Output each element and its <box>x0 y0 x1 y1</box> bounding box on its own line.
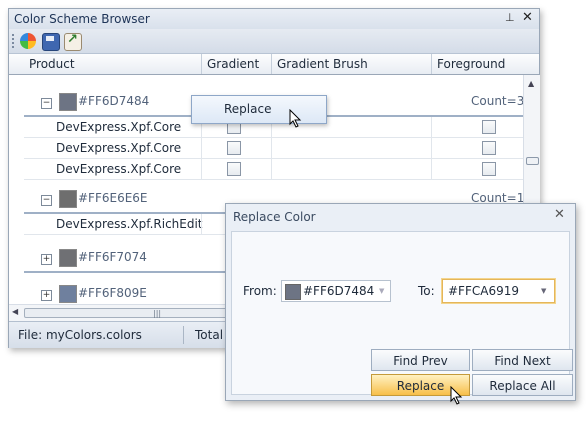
status-divider <box>183 326 184 344</box>
product-cell: DevExpress.Xpf.Core <box>56 141 182 155</box>
replace-color-dialog: Replace Color ✕ From: #FF6D7484 ▼ To: #F… <box>225 203 576 401</box>
foreground-checkbox[interactable] <box>482 141 496 155</box>
from-label: From: <box>243 284 277 298</box>
replace-all-button[interactable]: Replace All <box>472 374 573 396</box>
color-swatch <box>59 285 77 303</box>
chevron-down-icon[interactable]: ▼ <box>541 287 546 295</box>
group-count: Count=3 <box>471 94 525 108</box>
close-icon[interactable]: ✕ <box>522 10 533 25</box>
status-file: File: myColors.colors <box>18 328 142 342</box>
status-total: Total <box>195 328 224 342</box>
scroll-up-icon[interactable]: ▲ <box>528 79 534 88</box>
color-swatch <box>59 190 77 208</box>
mouse-cursor-icon <box>450 386 463 405</box>
product-cell: DevExpress.Xpf.Core <box>56 120 182 134</box>
table-row[interactable]: DevExpress.Xpf.Core <box>24 138 523 159</box>
column-header-foreground[interactable]: Foreground <box>431 54 523 74</box>
group-color-label: #FF6F809E <box>78 286 147 300</box>
foreground-checkbox[interactable] <box>482 120 496 134</box>
chevron-down-icon[interactable]: ▼ <box>379 287 384 295</box>
scroll-grip-icon: ||| <box>153 309 162 318</box>
collapse-icon[interactable]: − <box>41 98 52 109</box>
toolbar-grip[interactable] <box>12 34 16 48</box>
to-color-combo[interactable]: #FFCA6919 ▼ <box>442 279 555 303</box>
grid-header: Product Gradient Gradient Brush Foregrou… <box>9 54 539 75</box>
group-color-label: #FF6F7074 <box>78 250 147 264</box>
group-color-label: #FF6D7484 <box>78 94 150 108</box>
color-swatch <box>59 249 77 267</box>
replace-context-button[interactable]: Replace <box>191 95 327 124</box>
from-color-swatch <box>285 284 301 300</box>
table-row[interactable]: DevExpress.Xpf.Core <box>24 159 523 180</box>
product-cell: DevExpress.Xpf.Core <box>56 162 182 176</box>
find-prev-button[interactable]: Find Prev <box>371 349 470 371</box>
panel-title: Color Scheme Browser <box>14 12 150 26</box>
group-color-label: #FF6E6E6E <box>78 191 148 205</box>
find-next-button[interactable]: Find Next <box>472 349 573 371</box>
export-icon[interactable] <box>64 32 82 51</box>
from-color-value: #FF6D7484 <box>303 284 375 298</box>
replace-context-label: Replace <box>224 102 272 116</box>
column-header-gradient-brush[interactable]: Gradient Brush <box>271 54 431 74</box>
color-swatch <box>59 93 77 111</box>
gradient-checkbox[interactable] <box>227 162 241 176</box>
collapse-icon[interactable]: − <box>41 195 52 206</box>
dialog-close-icon[interactable]: ✕ <box>554 207 565 222</box>
panel-title-bar: Color Scheme Browser ⊥ ✕ <box>9 9 539 29</box>
to-color-value: #FFCA6919 <box>448 284 519 298</box>
mouse-cursor-icon <box>289 109 302 128</box>
color-palette-icon[interactable] <box>20 33 36 49</box>
expand-icon[interactable]: + <box>41 290 52 301</box>
toolbar <box>9 29 539 54</box>
column-header-gradient[interactable]: Gradient <box>201 54 271 74</box>
vertical-scroll-thumb[interactable] <box>526 157 539 165</box>
gradient-checkbox[interactable] <box>227 141 241 155</box>
dialog-title: Replace Color <box>233 210 316 224</box>
pin-icon[interactable]: ⊥ <box>505 11 515 24</box>
dialog-content: From: #FF6D7484 ▼ To: #FFCA6919 ▼ Find P… <box>231 231 573 396</box>
expand-icon[interactable]: + <box>41 254 52 265</box>
column-header-product[interactable]: Product <box>24 54 201 74</box>
scroll-left-icon[interactable]: ◀ <box>12 307 18 316</box>
product-cell: DevExpress.Xpf.RichEdit <box>56 217 203 231</box>
from-color-combo[interactable]: #FF6D7484 ▼ <box>281 280 391 302</box>
save-icon[interactable] <box>42 33 60 51</box>
to-label: To: <box>418 284 435 298</box>
foreground-checkbox[interactable] <box>482 162 496 176</box>
